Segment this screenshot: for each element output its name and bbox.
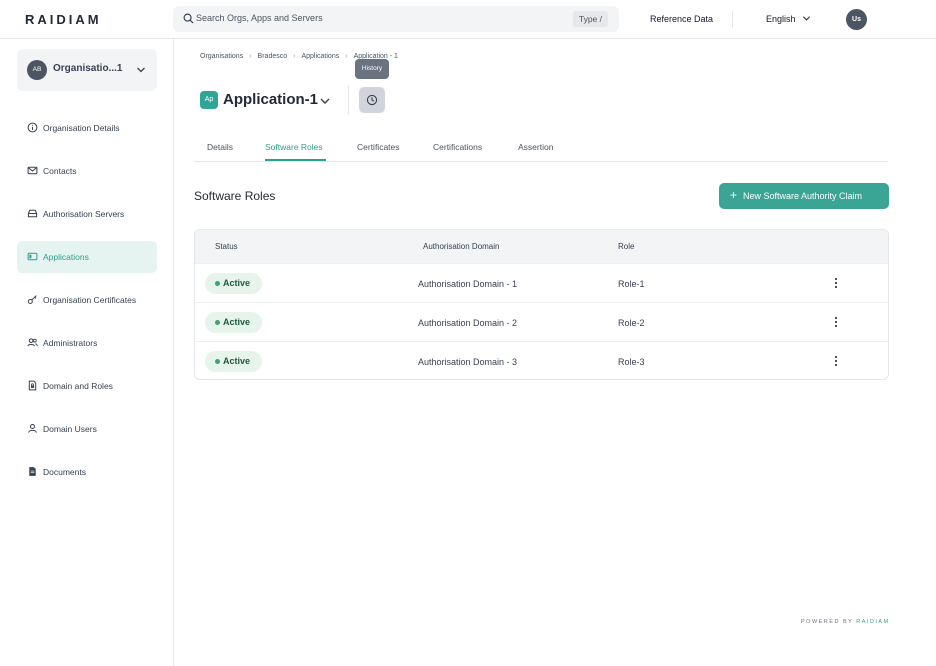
software-roles-table: Status Authorisation Domain Role Active … bbox=[194, 229, 889, 380]
history-button[interactable] bbox=[359, 87, 385, 113]
status-dot-icon bbox=[215, 281, 220, 286]
more-options-icon[interactable] bbox=[831, 316, 841, 328]
section-title: Software Roles bbox=[194, 189, 276, 203]
sidebar: AB Organisatio...1 Organisation Details … bbox=[0, 39, 174, 666]
cell-role: Role-3 bbox=[618, 357, 645, 367]
tab-software-roles[interactable]: Software Roles bbox=[265, 142, 323, 152]
more-options-icon[interactable] bbox=[831, 277, 841, 289]
cell-authorisation-domain: Authorisation Domain - 2 bbox=[418, 318, 518, 328]
users-icon bbox=[27, 338, 38, 347]
clock-icon bbox=[366, 94, 378, 106]
organisation-selector[interactable]: AB Organisatio...1 bbox=[17, 49, 157, 91]
status-badge: Active bbox=[205, 351, 262, 372]
key-icon bbox=[27, 295, 37, 305]
sidebar-item-label: Domain and Roles bbox=[43, 381, 113, 391]
sidebar-item-label: Contacts bbox=[43, 166, 77, 176]
column-header-authorisation-domain: Authorisation Domain bbox=[423, 242, 500, 251]
app-icon bbox=[27, 252, 38, 261]
sidebar-item-applications[interactable]: Applications bbox=[17, 241, 157, 273]
more-options-icon[interactable] bbox=[831, 355, 841, 367]
breadcrumb-separator-icon: › bbox=[249, 53, 252, 60]
sidebar-item-contacts[interactable]: Contacts bbox=[17, 155, 157, 187]
plus-icon: + bbox=[730, 188, 738, 202]
status-text: Active bbox=[223, 317, 251, 327]
history-tooltip: History bbox=[355, 59, 389, 79]
table-row: Active Authorisation Domain - 3 Role-3 bbox=[195, 341, 888, 379]
sidebar-item-label: Organisation Certificates bbox=[43, 295, 137, 305]
sidebar-item-label: Authorisation Servers bbox=[43, 209, 125, 219]
app-badge: Ap bbox=[200, 91, 218, 109]
top-bar: RAIDIAM Search Orgs, Apps and Servers Ty… bbox=[0, 0, 936, 39]
powered-by-footer: POWERED BY RAIDIAM bbox=[801, 619, 890, 625]
page-title[interactable]: Application-1 bbox=[223, 91, 318, 108]
raidiam-logo[interactable]: RAIDIAM bbox=[25, 12, 102, 27]
breadcrumb-applications[interactable]: Applications bbox=[301, 53, 339, 60]
title-divider bbox=[348, 86, 349, 114]
mail-icon bbox=[27, 166, 38, 175]
chevron-down-icon bbox=[137, 67, 145, 73]
table-header: Status Authorisation Domain Role bbox=[195, 230, 888, 263]
global-search[interactable]: Search Orgs, Apps and Servers Type / bbox=[173, 6, 619, 32]
header-divider bbox=[732, 11, 733, 28]
sidebar-item-organisation-details[interactable]: Organisation Details bbox=[17, 112, 157, 144]
sidebar-item-label: Applications bbox=[43, 252, 89, 262]
info-icon bbox=[27, 122, 38, 133]
new-software-authority-claim-button[interactable]: + New Software Authority Claim bbox=[719, 183, 889, 209]
sidebar-item-domain-and-roles[interactable]: Domain and Roles bbox=[17, 370, 157, 402]
table-row: Active Authorisation Domain - 2 Role-2 bbox=[195, 302, 888, 341]
sidebar-item-label: Organisation Details bbox=[43, 123, 120, 133]
search-icon bbox=[183, 13, 194, 24]
user-icon bbox=[28, 423, 37, 433]
cell-role: Role-2 bbox=[618, 318, 645, 328]
user-avatar[interactable]: Us bbox=[846, 9, 867, 30]
language-selector[interactable]: English bbox=[766, 14, 796, 24]
powered-by-text: POWERED BY bbox=[801, 619, 854, 625]
document-icon bbox=[29, 467, 36, 476]
chevron-down-icon[interactable] bbox=[320, 96, 330, 106]
status-badge: Active bbox=[205, 273, 262, 294]
active-tab-indicator bbox=[265, 159, 326, 161]
chevron-down-icon[interactable] bbox=[802, 14, 811, 23]
sidebar-item-organisation-certificates[interactable]: Organisation Certificates bbox=[17, 284, 157, 316]
reference-data-link[interactable]: Reference Data bbox=[650, 14, 713, 24]
sidebar-item-label: Domain Users bbox=[43, 424, 97, 434]
powered-by-brand: RAIDIAM bbox=[856, 619, 890, 625]
sidebar-item-label: Administrators bbox=[43, 338, 98, 348]
breadcrumb-separator-icon: › bbox=[293, 53, 296, 60]
table-row: Active Authorisation Domain - 1 Role-1 bbox=[195, 263, 888, 302]
tab-details[interactable]: Details bbox=[207, 142, 233, 152]
tab-assertion[interactable]: Assertion bbox=[518, 142, 553, 152]
org-avatar: AB bbox=[27, 60, 47, 80]
breadcrumb-bradesco[interactable]: Bradesco bbox=[258, 53, 288, 60]
server-icon bbox=[27, 209, 38, 218]
cell-authorisation-domain: Authorisation Domain - 1 bbox=[418, 279, 518, 289]
sidebar-item-documents[interactable]: Documents bbox=[17, 456, 157, 488]
status-text: Active bbox=[223, 356, 251, 366]
status-dot-icon bbox=[215, 359, 220, 364]
tab-certificates[interactable]: Certificates bbox=[357, 142, 400, 152]
cell-authorisation-domain: Authorisation Domain - 3 bbox=[418, 357, 518, 367]
column-header-role: Role bbox=[618, 242, 635, 251]
tab-certifications[interactable]: Certifications bbox=[433, 142, 482, 152]
sidebar-item-administrators[interactable]: Administrators bbox=[17, 327, 157, 359]
sidebar-item-authorisation-servers[interactable]: Authorisation Servers bbox=[17, 198, 157, 230]
column-header-status: Status bbox=[215, 242, 238, 251]
search-placeholder[interactable]: Search Orgs, Apps and Servers bbox=[196, 13, 323, 23]
breadcrumb-organisations[interactable]: Organisations bbox=[200, 53, 243, 60]
sidebar-item-label: Documents bbox=[43, 467, 86, 477]
document-lock-icon bbox=[28, 380, 37, 391]
button-label: New Software Authority Claim bbox=[743, 191, 863, 201]
search-shortcut-hint: Type / bbox=[572, 11, 608, 27]
status-badge: Active bbox=[205, 312, 262, 333]
cell-role: Role-1 bbox=[618, 279, 645, 289]
org-name: Organisatio...1 bbox=[53, 63, 123, 74]
sidebar-item-domain-users[interactable]: Domain Users bbox=[17, 413, 157, 445]
breadcrumb-separator-icon: › bbox=[345, 53, 348, 60]
status-dot-icon bbox=[215, 320, 220, 325]
status-text: Active bbox=[223, 278, 251, 288]
